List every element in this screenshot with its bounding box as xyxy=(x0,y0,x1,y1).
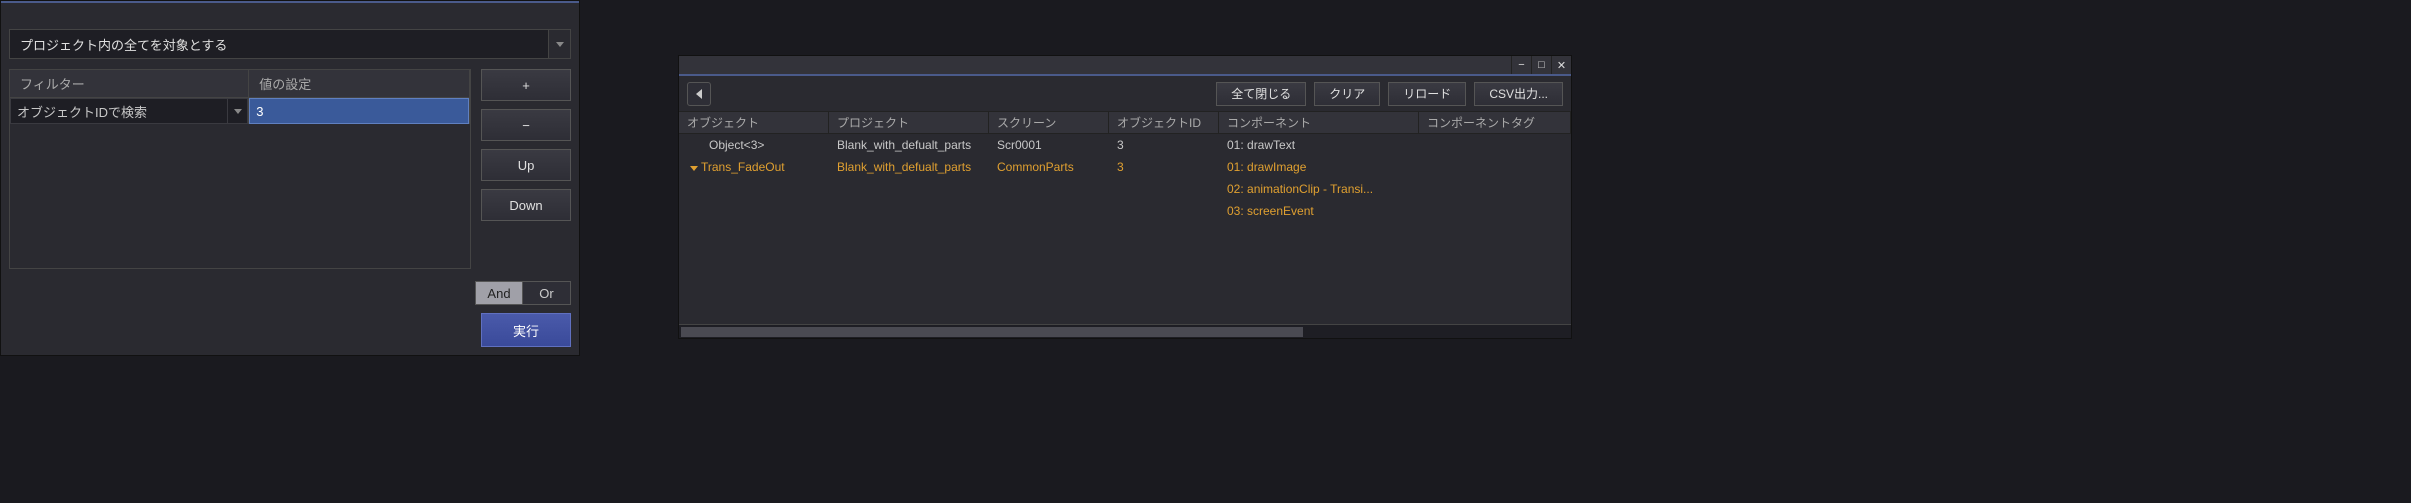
object-cell: Object<3> xyxy=(679,138,829,152)
execute-row: 実行 xyxy=(9,313,571,347)
col-component-tag[interactable]: コンポーネントタグ xyxy=(1419,112,1571,133)
and-toggle[interactable]: And xyxy=(475,281,523,305)
value-header: 値の設定 xyxy=(249,70,470,98)
filter-value-cell: 3 xyxy=(249,98,470,124)
expander-icon[interactable] xyxy=(687,164,701,171)
maximize-icon[interactable]: □ xyxy=(1531,56,1551,74)
col-screen[interactable]: スクリーン xyxy=(989,112,1109,133)
filter-type-label: オブジェクトIDで検索 xyxy=(11,102,227,121)
filter-value-text: 3 xyxy=(256,104,263,119)
filter-header-row: フィルター 値の設定 xyxy=(10,70,470,98)
filter-header: フィルター xyxy=(10,70,249,98)
filter-buttons: + − Up Down xyxy=(481,69,571,269)
cell: 3 xyxy=(1109,138,1219,152)
filter-area: フィルター 値の設定 オブジェクトIDで検索 3 xyxy=(9,69,571,269)
cell: Blank_with_defualt_parts xyxy=(829,138,989,152)
cell: CommonParts xyxy=(989,160,1109,174)
titlebar: − □ ✕ xyxy=(679,56,1571,74)
reload-button[interactable]: リロード xyxy=(1388,82,1466,106)
toolbar: 全て閉じる クリア リロード CSV出力... xyxy=(679,76,1571,112)
scope-select[interactable]: プロジェクト内の全てを対象とする xyxy=(9,29,549,59)
collapse-all-button[interactable]: 全て閉じる xyxy=(1216,82,1306,106)
scope-row: プロジェクト内の全てを対象とする xyxy=(9,29,571,59)
add-filter-button[interactable]: + xyxy=(481,69,571,101)
col-component[interactable]: コンポーネント xyxy=(1219,112,1419,133)
back-button[interactable] xyxy=(687,82,711,106)
panel-accent xyxy=(1,1,579,3)
filter-type-cell: オブジェクトIDで検索 xyxy=(10,98,249,124)
col-object-id[interactable]: オブジェクトID xyxy=(1109,112,1219,133)
cell: 03: screenEvent xyxy=(1219,204,1419,218)
or-toggle[interactable]: Or xyxy=(523,281,571,305)
move-down-button[interactable]: Down xyxy=(481,189,571,221)
filter-table: フィルター 値の設定 オブジェクトIDで検索 3 xyxy=(9,69,471,269)
results-header: オブジェクト プロジェクト スクリーン オブジェクトID コンポーネント コンポ… xyxy=(679,112,1571,134)
close-icon[interactable]: ✕ xyxy=(1551,56,1571,74)
col-project[interactable]: プロジェクト xyxy=(829,112,989,133)
col-object[interactable]: オブジェクト xyxy=(679,112,829,133)
filter-panel: プロジェクト内の全てを対象とする フィルター 値の設定 オブジェクトIDで検索 xyxy=(0,0,580,356)
cell: Blank_with_defualt_parts xyxy=(829,160,989,174)
results-panel: − □ ✕ 全て閉じる クリア リロード CSV出力... オブジェクト プロジ… xyxy=(678,55,1572,339)
filter-row: オブジェクトIDで検索 3 xyxy=(10,98,470,124)
cell: 02: animationClip - Transi... xyxy=(1219,182,1419,196)
andor-toggle: And Or xyxy=(9,281,571,305)
scope-label: プロジェクト内の全てを対象とする xyxy=(20,35,227,54)
table-row[interactable]: 03: screenEvent xyxy=(679,200,1571,222)
chevron-left-icon xyxy=(696,89,702,99)
clear-button[interactable]: クリア xyxy=(1314,82,1380,106)
table-row[interactable]: Object<3>Blank_with_defualt_partsScr0001… xyxy=(679,134,1571,156)
horizontal-scrollbar[interactable] xyxy=(679,324,1571,338)
table-row[interactable]: Trans_FadeOutBlank_with_defualt_partsCom… xyxy=(679,156,1571,178)
chevron-down-icon xyxy=(234,109,242,114)
results-body: Object<3>Blank_with_defualt_partsScr0001… xyxy=(679,134,1571,324)
remove-filter-button[interactable]: − xyxy=(481,109,571,141)
cell: 01: drawText xyxy=(1219,138,1419,152)
cell: Scr0001 xyxy=(989,138,1109,152)
execute-button[interactable]: 実行 xyxy=(481,313,571,347)
scrollbar-thumb[interactable] xyxy=(681,327,1303,337)
filter-value-input[interactable]: 3 xyxy=(249,98,469,124)
scope-dropdown-button[interactable] xyxy=(549,29,571,59)
minimize-icon[interactable]: − xyxy=(1511,56,1531,74)
filter-type-select[interactable]: オブジェクトIDで検索 xyxy=(10,98,248,124)
cell: 3 xyxy=(1109,160,1219,174)
filter-type-dropdown-button[interactable] xyxy=(227,99,247,123)
chevron-down-icon xyxy=(556,42,564,47)
move-up-button[interactable]: Up xyxy=(481,149,571,181)
table-row[interactable]: 02: animationClip - Transi... xyxy=(679,178,1571,200)
object-cell: Trans_FadeOut xyxy=(679,160,829,174)
cell: 01: drawImage xyxy=(1219,160,1419,174)
csv-export-button[interactable]: CSV出力... xyxy=(1474,82,1563,106)
